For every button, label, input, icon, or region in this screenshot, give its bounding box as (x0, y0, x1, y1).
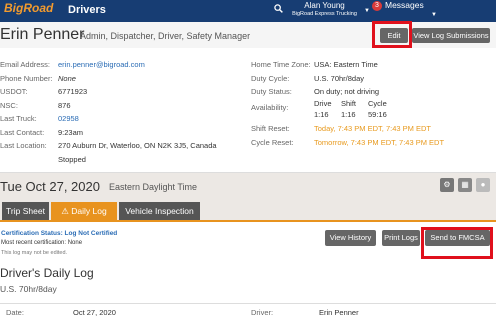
usdot-value: 6771923 (58, 87, 88, 96)
daily-log-title: Driver's Daily Log (0, 266, 94, 280)
settings-icon[interactable]: ⚙ (440, 178, 454, 192)
avail-cycle-header: Cycle (368, 99, 387, 108)
duty-status-label: Duty Status: (251, 87, 292, 96)
nsc-label: NSC: (0, 101, 18, 110)
phone-value: None (58, 74, 76, 83)
last-contact-label: Last Contact: (0, 128, 45, 137)
message-count-badge: 3 (372, 1, 382, 11)
last-location-label: Last Location: (0, 141, 47, 150)
daily-log-cycle: U.S. 70hr/8day (0, 284, 57, 294)
tab-underline (0, 220, 496, 222)
date-label: Date: (6, 308, 24, 317)
calendar-icon[interactable]: ▦ (458, 178, 472, 192)
chevron-down-icon[interactable]: ▼ (364, 8, 370, 14)
shift-reset-label: Shift Reset: (251, 124, 290, 133)
driver-name: Erin Penner (0, 26, 85, 43)
usdot-label: USDOT: (0, 87, 28, 96)
view-log-submissions-button[interactable]: View Log Submissions (412, 28, 490, 43)
top-nav-bar: BigRoad Drivers Alan Young BigRoad Expre… (0, 0, 496, 22)
recent-certification: Most recent certification: None (1, 240, 83, 246)
highlight-box (421, 227, 493, 259)
email-label: Email Address: (0, 60, 51, 69)
home-tz-label: Home Time Zone: (251, 60, 311, 69)
last-location-status: Stopped (58, 155, 86, 164)
last-truck-label: Last Truck: (0, 114, 37, 123)
availability-label: Availability: (251, 103, 289, 112)
duty-status-value: On duty; not driving (314, 87, 380, 96)
cycle-reset-label: Cycle Reset: (251, 138, 294, 147)
nsc-value: 876 (58, 101, 71, 110)
home-tz-value: USA: Eastern Time (314, 60, 378, 69)
shift-reset-value: Today, 7:43 PM EDT, 7:43 PM EDT (314, 124, 431, 133)
avail-cycle-value: 59:16 (368, 110, 387, 119)
avail-shift-header: Shift (341, 99, 357, 108)
next-day-icon[interactable]: ● (476, 178, 490, 192)
driver-label: Driver: (251, 308, 274, 317)
divider (0, 303, 496, 304)
search-icon[interactable] (274, 4, 283, 13)
log-timezone: Eastern Daylight Time (109, 182, 198, 192)
last-contact-value: 9:23am (58, 128, 84, 137)
duty-cycle-label: Duty Cycle: (251, 74, 290, 83)
print-logs-button[interactable]: Print Logs (382, 230, 420, 246)
phone-label: Phone Number: (0, 74, 53, 83)
user-menu[interactable]: Alan Young BigRoad Express Trucking (287, 1, 362, 19)
edit-note: This log may not be edited. (1, 250, 68, 256)
chevron-down-icon[interactable]: ▼ (431, 12, 437, 18)
avail-drive-header: Drive (314, 99, 332, 108)
user-company: BigRoad Express Trucking (292, 11, 357, 17)
messages-menu[interactable]: Messages (385, 0, 424, 10)
certification-status: Certification Status: Log Not Certified (1, 230, 118, 237)
log-date: Tue Oct 27, 2020 (0, 179, 100, 194)
tab-daily-log[interactable]: ⚠ Daily Log (51, 202, 117, 220)
highlight-box (372, 21, 412, 48)
last-location-value: 270 Auburn Dr, Waterloo, ON N2K 3J5, Can… (58, 141, 217, 150)
bigroad-logo[interactable]: BigRoad (4, 1, 53, 15)
app-title[interactable]: Drivers (68, 4, 106, 16)
view-history-button[interactable]: View History (325, 230, 376, 246)
user-name: Alan Young (304, 1, 345, 10)
cycle-reset-value: Tomorrow, 7:43 PM EDT, 7:43 PM EDT (314, 138, 445, 147)
last-truck-link[interactable]: 02958 (58, 114, 79, 123)
tab-trip-sheet[interactable]: Trip Sheet (2, 202, 49, 220)
date-value: Oct 27, 2020 (73, 308, 116, 317)
avail-drive-value: 1:16 (314, 110, 329, 119)
tab-vehicle-inspection[interactable]: Vehicle Inspection (119, 202, 200, 220)
email-link[interactable]: erin.penner@bigroad.com (58, 60, 145, 69)
driver-roles: Admin, Dispatcher, Driver, Safety Manage… (80, 31, 251, 41)
driver-value: Erin Penner (319, 308, 359, 317)
avail-shift-value: 1:16 (341, 110, 356, 119)
duty-cycle-value: U.S. 70hr/8day (314, 74, 365, 83)
